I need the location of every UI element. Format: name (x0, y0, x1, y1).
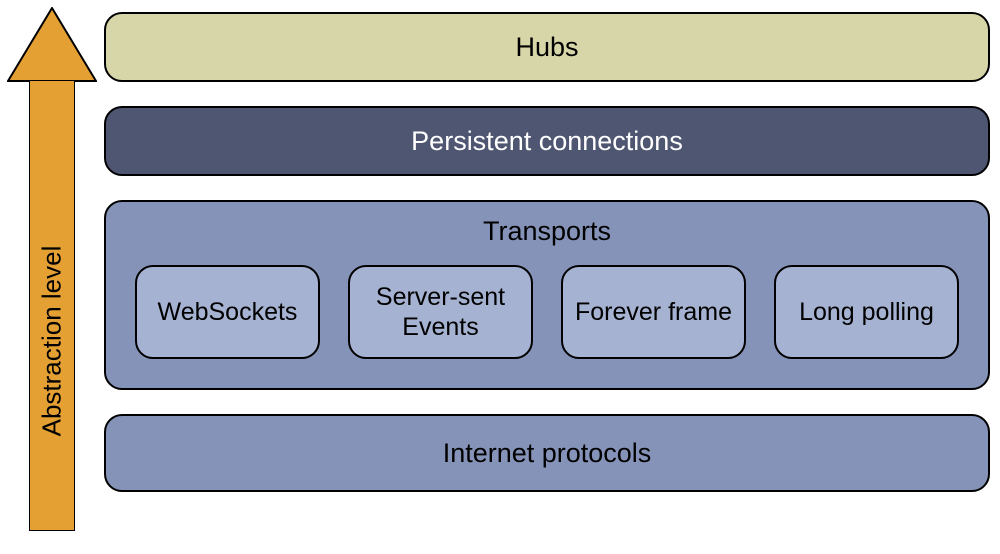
arrow-shaft: Abstraction level (29, 81, 75, 531)
layer-persistent-label: Persistent connections (411, 126, 683, 157)
layer-hubs-label: Hubs (515, 32, 578, 63)
transport-item-label: Forever frame (575, 297, 732, 327)
abstraction-layers: Hubs Persistent connections Transports W… (104, 12, 990, 492)
layer-transports: Transports WebSockets Server-sent Events… (104, 200, 990, 390)
arrow-label: Abstraction level (37, 246, 68, 437)
transport-long-polling: Long polling (774, 265, 959, 359)
abstraction-arrow: Abstraction level (7, 7, 97, 532)
transport-server-sent-events: Server-sent Events (348, 265, 533, 359)
arrow-head-icon (7, 7, 97, 82)
transport-item-label: Server-sent Events (356, 282, 525, 342)
transport-forever-frame: Forever frame (561, 265, 746, 359)
layer-internet-label: Internet protocols (443, 438, 652, 469)
transport-websockets: WebSockets (135, 265, 320, 359)
transport-items: WebSockets Server-sent Events Forever fr… (126, 265, 968, 359)
transport-item-label: WebSockets (158, 297, 298, 327)
layer-transports-title: Transports (483, 216, 611, 247)
layer-persistent-connections: Persistent connections (104, 106, 990, 176)
layer-hubs: Hubs (104, 12, 990, 82)
transport-item-label: Long polling (799, 297, 934, 327)
layer-internet-protocols: Internet protocols (104, 414, 990, 492)
